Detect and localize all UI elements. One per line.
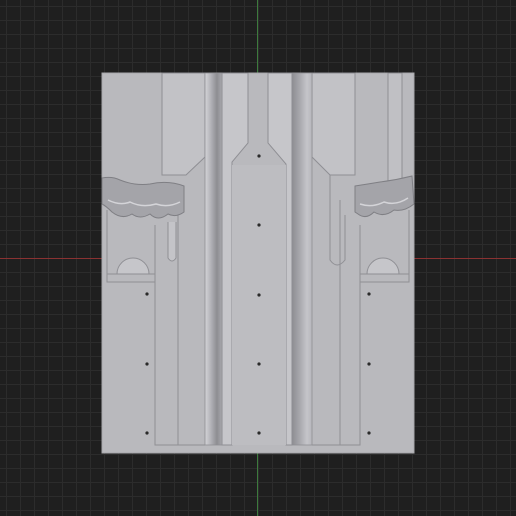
mold-model[interactable]	[0, 0, 516, 516]
left-main-channel	[204, 72, 223, 446]
pin-hole	[367, 292, 371, 296]
pin-hole	[257, 223, 261, 227]
left-drip-tail	[167, 222, 177, 262]
pin-hole	[257, 431, 261, 435]
right-narrow-column	[387, 72, 403, 191]
pin-hole	[145, 431, 149, 435]
center-floor	[232, 165, 286, 445]
pin-hole	[367, 362, 371, 366]
pin-hole	[257, 362, 261, 366]
pin-hole	[145, 362, 149, 366]
right-top-slot	[311, 72, 356, 176]
pin-hole	[145, 292, 149, 296]
left-top-slot	[161, 72, 206, 176]
right-main-channel	[291, 72, 313, 446]
pin-hole	[367, 431, 371, 435]
3d-viewport[interactable]	[0, 0, 516, 516]
pin-hole	[257, 154, 261, 158]
pin-hole	[257, 293, 261, 297]
